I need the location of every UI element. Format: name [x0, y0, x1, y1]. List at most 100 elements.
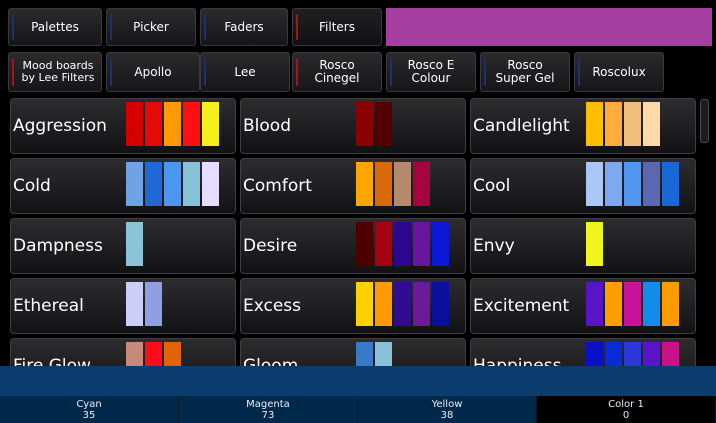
mood-tile[interactable]: Excess — [240, 278, 466, 334]
color-swatch — [375, 342, 392, 366]
tab-label: Palettes — [31, 19, 79, 34]
library-rosco-super-gel[interactable]: Rosco Super Gel — [480, 52, 570, 92]
color-swatch — [126, 162, 143, 206]
param-label: Magenta — [246, 399, 290, 410]
color-swatch — [183, 162, 200, 206]
color-swatch — [413, 162, 430, 206]
library-indicator — [578, 58, 580, 86]
color-swatch — [624, 282, 641, 326]
color-swatch — [394, 222, 411, 266]
tab-filters[interactable]: Filters — [292, 8, 382, 46]
color-swatch — [164, 342, 181, 366]
library-label: Rosco Cinegel — [314, 58, 360, 85]
mood-tile[interactable]: Excitement — [470, 278, 696, 334]
library-rosco-e-colour[interactable]: Rosco E Colour — [386, 52, 476, 92]
color-swatch — [432, 282, 449, 326]
color-swatch — [586, 162, 603, 206]
mood-name: Cool — [473, 176, 511, 196]
color-swatch — [605, 162, 622, 206]
param-color-1[interactable]: Color 1 0 — [537, 396, 716, 423]
color-swatch — [413, 222, 430, 266]
mood-board-grid[interactable]: Aggression Blood Candlelight Cold Comfor… — [0, 94, 716, 366]
mood-name: Ethereal — [13, 296, 84, 316]
mood-tile[interactable]: Ethereal — [10, 278, 236, 334]
color-swatch — [586, 222, 603, 266]
color-swatch — [202, 102, 219, 146]
library-indicator — [484, 58, 486, 86]
color-swatch — [605, 342, 622, 366]
mood-name: Happiness — [473, 356, 562, 366]
mood-tile[interactable]: Happiness — [470, 338, 696, 366]
color-swatch — [145, 342, 162, 366]
tab-label: Faders — [224, 19, 264, 34]
color-swatch — [586, 282, 603, 326]
param-value: 73 — [261, 410, 275, 421]
param-cyan[interactable]: Cyan 35 — [0, 396, 179, 423]
param-value: 0 — [622, 410, 630, 421]
tab-label: Filters — [319, 19, 355, 34]
color-swatch — [126, 222, 143, 266]
mood-name: Aggression — [13, 116, 107, 136]
mood-tile[interactable]: Blood — [240, 98, 466, 154]
library-label: Apollo — [134, 64, 172, 79]
color-swatch — [375, 222, 392, 266]
color-swatch — [394, 162, 411, 206]
param-yellow[interactable]: Yellow 38 — [358, 396, 537, 423]
library-mood-boards[interactable]: Mood boards by Lee Filters — [8, 52, 102, 92]
tab-faders[interactable]: Faders — [200, 8, 288, 46]
library-indicator — [110, 58, 112, 86]
mood-tile[interactable]: Desire — [240, 218, 466, 274]
param-label: Color 1 — [608, 399, 644, 410]
mood-tile[interactable]: Candlelight — [470, 98, 696, 154]
mood-name: Comfort — [243, 176, 312, 196]
current-color-swatch — [386, 8, 712, 46]
mood-swatches — [126, 162, 219, 206]
mood-tile[interactable]: Aggression — [10, 98, 236, 154]
mood-name: Envy — [473, 236, 515, 256]
mood-tile[interactable]: Gloom — [240, 338, 466, 366]
library-label: Rosco E Colour — [407, 58, 455, 85]
color-swatch — [432, 222, 449, 266]
color-swatch — [145, 102, 162, 146]
mood-name: Candlelight — [473, 116, 570, 136]
color-swatch — [164, 162, 181, 206]
color-swatch — [202, 162, 219, 206]
mood-name: Dampness — [13, 236, 103, 256]
color-swatch — [375, 282, 392, 326]
library-rosco-cinegel[interactable]: Rosco Cinegel — [292, 52, 382, 92]
library-label: Lee — [234, 64, 256, 79]
color-swatch — [586, 102, 603, 146]
tab-label: Picker — [133, 19, 169, 34]
mood-name: Gloom — [243, 356, 299, 366]
mood-swatches — [356, 342, 392, 366]
param-value: 38 — [440, 410, 454, 421]
mood-tile[interactable]: Cool — [470, 158, 696, 214]
mood-swatches — [586, 162, 679, 206]
mood-name: Excess — [243, 296, 302, 316]
mood-swatches — [356, 162, 430, 206]
mood-swatches — [126, 282, 162, 326]
color-swatch — [605, 282, 622, 326]
library-indicator-active — [12, 58, 14, 86]
tab-indicator — [204, 14, 206, 40]
color-swatch — [413, 282, 430, 326]
mood-swatches — [126, 342, 181, 366]
library-apollo[interactable]: Apollo — [106, 52, 200, 92]
mood-swatches — [586, 282, 679, 326]
tab-palettes[interactable]: Palettes — [8, 8, 102, 46]
color-swatch — [394, 282, 411, 326]
mood-tile[interactable]: Cold — [10, 158, 236, 214]
mood-name: Fire Glow — [13, 356, 91, 366]
param-magenta[interactable]: Magenta 73 — [179, 396, 358, 423]
mood-swatches — [356, 102, 392, 146]
mood-tile[interactable]: Fire Glow — [10, 338, 236, 366]
tab-picker[interactable]: Picker — [106, 8, 196, 46]
mood-tile[interactable]: Envy — [470, 218, 696, 274]
command-line[interactable] — [0, 366, 716, 396]
mood-tile[interactable]: Dampness — [10, 218, 236, 274]
color-swatch — [145, 162, 162, 206]
grid-scrollbar[interactable] — [700, 99, 709, 143]
library-lee[interactable]: Lee — [200, 52, 290, 92]
library-roscolux[interactable]: Roscolux — [574, 52, 664, 92]
mood-tile[interactable]: Comfort — [240, 158, 466, 214]
